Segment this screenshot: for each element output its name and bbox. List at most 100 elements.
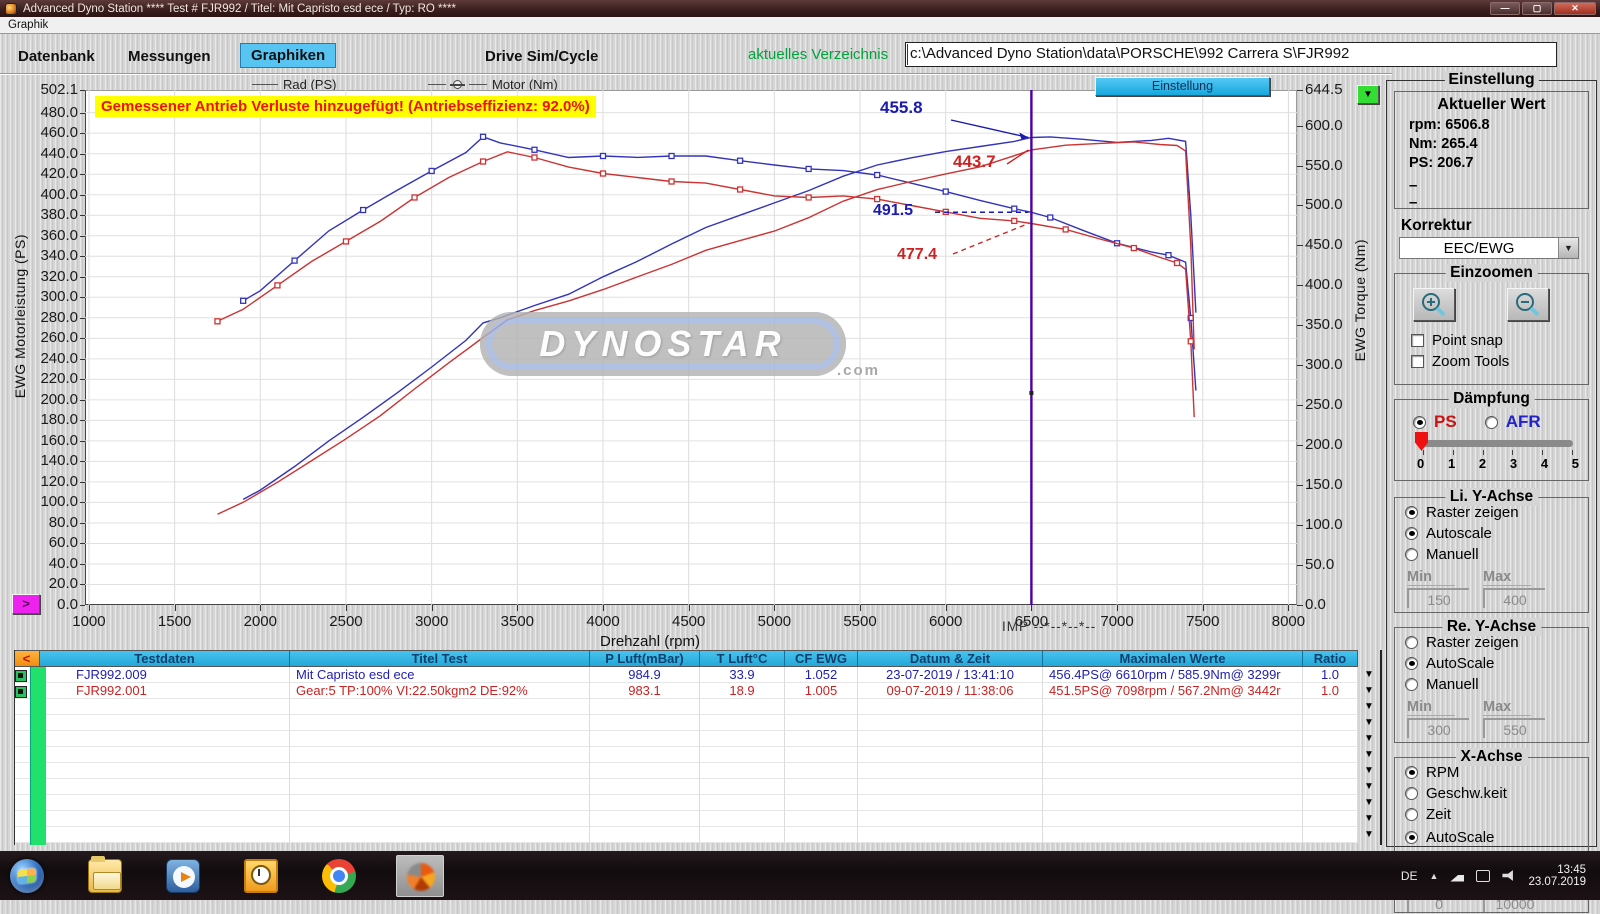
tick-mark xyxy=(346,605,347,611)
row-dropdown-arrow[interactable]: ▼ xyxy=(1358,731,1380,747)
left-axis-tick: 480.0 xyxy=(0,104,78,121)
table-header-cell[interactable]: CF EWG xyxy=(785,650,858,667)
row-dropdown-arrow[interactable]: ▼ xyxy=(1358,779,1380,795)
table-header-cell[interactable]: Datum & Zeit xyxy=(858,650,1043,667)
row-dropdown-arrow[interactable]: ▼ xyxy=(1358,715,1380,731)
current-directory-input[interactable]: c:\Advanced Dyno Station\data\PORSCHE\99… xyxy=(905,42,1557,67)
damping-slider-track[interactable] xyxy=(1423,440,1573,447)
table-row[interactable]: ▼ xyxy=(14,795,1380,811)
re-y-achse-option[interactable]: AutoScale xyxy=(1405,655,1588,672)
radio-icon[interactable] xyxy=(1405,506,1418,519)
zoom-out-button[interactable] xyxy=(1507,288,1549,321)
explorer-icon[interactable] xyxy=(88,859,122,893)
row-dropdown-arrow[interactable]: ▼ xyxy=(1358,795,1380,811)
radio-icon[interactable] xyxy=(1405,787,1418,800)
radio-icon[interactable] xyxy=(1405,831,1418,844)
li-y-achse-option[interactable]: Autoscale xyxy=(1405,525,1588,542)
chrome-icon[interactable] xyxy=(322,859,356,893)
media-player-icon[interactable] xyxy=(166,859,200,893)
table-header-cell[interactable]: Ratio xyxy=(1303,650,1358,667)
row-dropdown-arrow[interactable]: ▼ xyxy=(1358,667,1380,683)
scheduler-icon[interactable] xyxy=(244,859,278,893)
korrektur-dropdown[interactable]: EEC/EWG ▼ xyxy=(1399,237,1579,259)
li-y-min-field[interactable]: 150 xyxy=(1407,588,1469,608)
window-title: Advanced Dyno Station **** Test # FJR992… xyxy=(23,3,456,15)
radio-icon[interactable] xyxy=(1405,636,1418,649)
radio-icon[interactable] xyxy=(1405,678,1418,691)
row-checkbox[interactable] xyxy=(15,670,27,682)
radio-icon[interactable] xyxy=(1405,548,1418,561)
daempfung-option[interactable]: PS xyxy=(1413,412,1457,432)
dyno-app-taskbar-button[interactable] xyxy=(396,855,444,897)
nav-graphiken-active[interactable]: Graphiken xyxy=(240,43,336,68)
power-icon[interactable] xyxy=(1476,870,1490,882)
li-y-achse-option[interactable]: Raster zeigen xyxy=(1405,504,1588,521)
table-row[interactable]: ▼ xyxy=(14,763,1380,779)
li-y-max-field[interactable]: 400 xyxy=(1483,588,1545,608)
re-y-achse-option[interactable]: Manuell xyxy=(1405,676,1588,693)
nav-datenbank[interactable]: Datenbank xyxy=(18,48,95,65)
row-dropdown-arrow[interactable]: ▼ xyxy=(1358,763,1380,779)
re-y-achse-option[interactable]: Raster zeigen xyxy=(1405,634,1588,651)
maximize-button[interactable]: ▢ xyxy=(1522,2,1552,15)
row-dropdown-arrow[interactable]: ▼ xyxy=(1358,747,1380,763)
daempfung-option[interactable]: AFR xyxy=(1485,412,1541,432)
checkbox-icon[interactable] xyxy=(1411,355,1424,368)
row-dropdown-arrow[interactable]: ▼ xyxy=(1358,827,1380,843)
table-header-cell[interactable]: Titel Test xyxy=(290,650,590,667)
row-checkbox[interactable] xyxy=(15,686,27,698)
network-icon[interactable] xyxy=(1450,870,1464,882)
minimize-button[interactable]: — xyxy=(1490,2,1520,15)
x-achse-option[interactable]: Zeit xyxy=(1405,806,1588,823)
nav-messungen[interactable]: Messungen xyxy=(128,48,211,65)
x-achse-option[interactable]: RPM xyxy=(1405,764,1588,781)
re-y-min-field[interactable]: 300 xyxy=(1407,718,1469,738)
damping-slider-thumb[interactable] xyxy=(1415,432,1428,451)
nav-drive-sim-cycle[interactable]: Drive Sim/Cycle xyxy=(485,48,598,65)
chevron-down-icon[interactable]: ▼ xyxy=(1558,238,1578,258)
radio-icon[interactable] xyxy=(1485,416,1498,429)
table-row[interactable]: ▼ xyxy=(14,811,1380,827)
table-row[interactable]: ▼ xyxy=(14,747,1380,763)
table-row[interactable]: FJR992.001Gear:5 TP:100% VI:22.50kgm2 DE… xyxy=(14,683,1380,699)
table-header-cell[interactable]: Testdaten xyxy=(40,650,290,667)
volume-icon[interactable] xyxy=(1502,870,1516,882)
row-dropdown-arrow[interactable]: ▼ xyxy=(1358,699,1380,715)
einstellung-button[interactable]: Einstellung xyxy=(1095,77,1270,96)
start-button[interactable] xyxy=(10,859,44,893)
re-y-max-field[interactable]: 550 xyxy=(1483,718,1545,738)
radio-icon[interactable] xyxy=(1405,766,1418,779)
table-row[interactable]: ▼ xyxy=(14,827,1380,843)
radio-icon[interactable] xyxy=(1405,808,1418,821)
taskbar-clock[interactable]: 13:45 23.07.2019 xyxy=(1528,864,1586,888)
pan-right-button[interactable]: > xyxy=(12,594,40,614)
table-back-button[interactable]: < xyxy=(14,650,40,667)
table-row[interactable]: ▼ xyxy=(14,731,1380,747)
table-row[interactable]: ▼ xyxy=(14,699,1380,715)
radio-icon[interactable] xyxy=(1413,416,1426,429)
checkbox-icon[interactable] xyxy=(1411,334,1424,347)
close-button[interactable]: ✕ xyxy=(1554,2,1596,15)
row-dropdown-arrow[interactable]: ▼ xyxy=(1358,683,1380,699)
radio-icon[interactable] xyxy=(1405,657,1418,670)
einzoomen-checkbox[interactable]: Zoom Tools xyxy=(1411,353,1581,370)
x-achse-option[interactable]: Geschw.keit xyxy=(1405,785,1588,802)
x-achse-scale-option[interactable]: AutoScale xyxy=(1405,829,1588,846)
radio-icon[interactable] xyxy=(1405,527,1418,540)
table-row[interactable]: FJR992.009Mit Capristo esd ece984.933.91… xyxy=(14,667,1380,683)
table-row[interactable]: ▼ xyxy=(14,779,1380,795)
zoom-in-button[interactable] xyxy=(1413,288,1455,321)
table-header-cell[interactable]: P Luft(mBar) xyxy=(590,650,700,667)
table-header-cell[interactable]: Maximalen Werte xyxy=(1043,650,1303,667)
menu-item-graphik[interactable]: Graphik xyxy=(0,19,56,31)
language-indicator[interactable]: DE xyxy=(1401,869,1418,883)
current-ps: PS: 206.7 xyxy=(1409,155,1588,171)
cell-testdaten xyxy=(40,763,290,779)
einzoomen-checkbox[interactable]: Point snap xyxy=(1411,332,1581,349)
green-dropdown-button[interactable]: ▼ xyxy=(1357,85,1379,104)
table-header-cell[interactable]: T Luft°C xyxy=(700,650,785,667)
row-dropdown-arrow[interactable]: ▼ xyxy=(1358,811,1380,827)
show-hidden-icons-chevron[interactable]: ▲ xyxy=(1430,871,1439,881)
li-y-achse-option[interactable]: Manuell xyxy=(1405,546,1588,563)
table-row[interactable]: ▼ xyxy=(14,715,1380,731)
